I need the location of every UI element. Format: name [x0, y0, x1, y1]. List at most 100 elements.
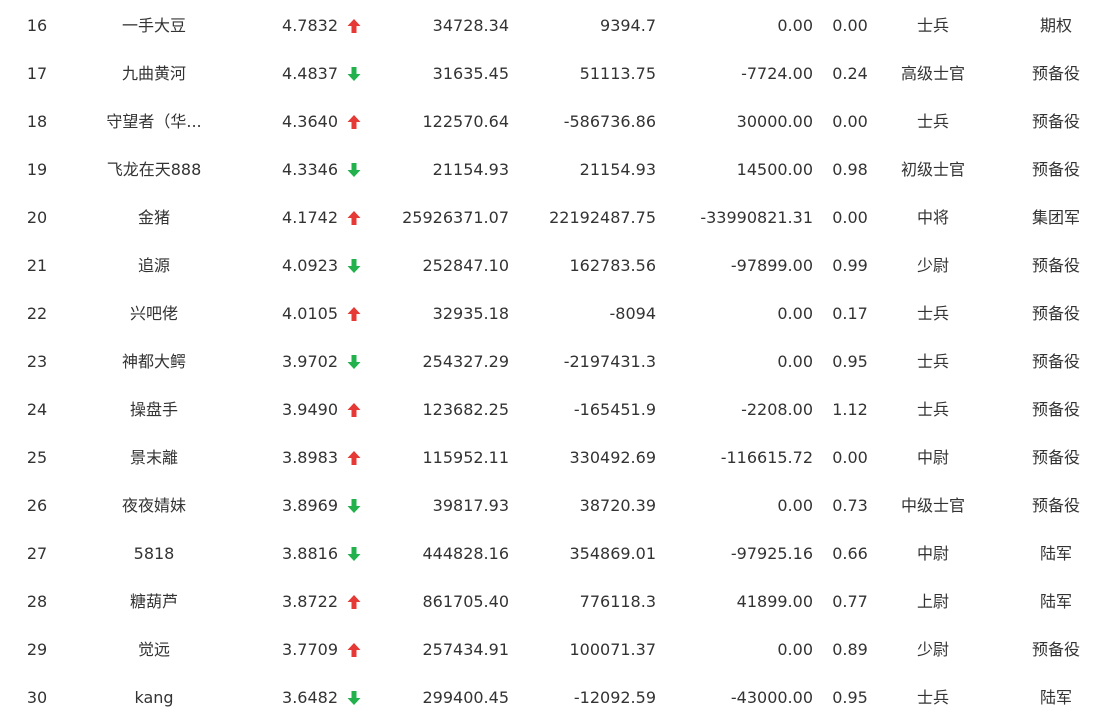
value-3-cell: -2208.00 — [741, 400, 813, 419]
value-2-cell: 330492.69 — [569, 448, 656, 467]
value-1-cell: 39817.93 — [432, 496, 509, 515]
arrow-down-icon — [346, 338, 362, 386]
value-2-cell: -165451.9 — [573, 400, 656, 419]
rank-cell: 23 — [26, 352, 48, 371]
value-1-cell: 123682.25 — [422, 400, 509, 419]
name-cell[interactable]: 守望者（华... — [94, 98, 214, 146]
group-cell: 预备役 — [1031, 160, 1080, 179]
table-row[interactable]: 25 景末離 3.8983 115952.11 330492.69 -116615.72 0… — [0, 434, 1094, 482]
value-2-cell: 22192487.75 — [549, 208, 656, 227]
table-row[interactable]: 29 觉远 3.7709 257434.91 100071.37 0.00 0.89 少尉 预备… — [0, 626, 1094, 674]
group-cell: 陆军 — [1039, 592, 1072, 611]
table-row[interactable]: 21 追源 4.0923 252847.10 162783.56 -97899.00 0.9… — [0, 242, 1094, 290]
level-cell: 中尉 — [916, 448, 949, 467]
name-cell[interactable]: 飞龙在天888 — [94, 146, 214, 194]
name-cell[interactable]: 糖葫芦 — [94, 578, 214, 626]
group-cell: 预备役 — [1031, 448, 1080, 467]
score-cell: 3.8969 — [282, 496, 338, 515]
table-row[interactable]: 28 糖葫芦 3.8722 861705.40 776118.3 41899.00 0.77… — [0, 578, 1094, 626]
ratio-cell: 0.66 — [832, 544, 868, 563]
rank-cell: 29 — [26, 640, 48, 659]
name-cell[interactable]: 觉远 — [94, 626, 214, 674]
table-row[interactable]: 26 夜夜婧妹 3.8969 39817.93 38720.39 0.00 0.73 中级士官… — [0, 482, 1094, 530]
value-3-cell: -97899.00 — [730, 256, 813, 275]
group-cell: 预备役 — [1031, 496, 1080, 515]
score-cell: 4.1742 — [282, 208, 338, 227]
rank-cell: 25 — [26, 448, 48, 467]
name-cell[interactable]: 景末離 — [94, 434, 214, 482]
name-cell[interactable]: 追源 — [94, 242, 214, 290]
score-cell: 4.7832 — [282, 16, 338, 35]
group-cell: 预备役 — [1031, 304, 1080, 323]
score-cell: 3.8722 — [282, 592, 338, 611]
table-row[interactable]: 19 飞龙在天888 4.3346 21154.93 21154.93 14500.00 0… — [0, 146, 1094, 194]
name-cell[interactable]: 一手大豆 — [94, 2, 214, 50]
value-1-cell: 31635.45 — [432, 64, 509, 83]
value-2-cell: -8094 — [609, 304, 657, 323]
table-row[interactable]: 16 一手大豆 4.7832 34728.34 9394.7 0.00 0.00 士兵 期权 — [0, 2, 1094, 50]
value-1-cell: 122570.64 — [422, 112, 509, 131]
group-cell: 预备役 — [1031, 352, 1080, 371]
name-cell[interactable]: 神都大鳄 — [94, 338, 214, 386]
value-1-cell: 25926371.07 — [402, 208, 509, 227]
level-cell: 士兵 — [916, 400, 949, 419]
name-cell[interactable]: 夜夜婧妹 — [94, 482, 214, 530]
table-row[interactable]: 22 兴吧佬 4.0105 32935.18 -8094 0.00 0.17 士兵 预备役 — [0, 290, 1094, 338]
ratio-cell: 0.98 — [832, 160, 868, 179]
name-cell[interactable]: 操盘手 — [94, 386, 214, 434]
arrow-up-icon — [346, 98, 362, 146]
level-cell: 中级士官 — [900, 496, 965, 515]
ratio-cell: 0.00 — [832, 208, 868, 227]
value-2-cell: 100071.37 — [569, 640, 656, 659]
rank-cell: 28 — [26, 592, 48, 611]
name-cell[interactable]: 兴吧佬 — [94, 290, 214, 338]
group-cell: 预备役 — [1031, 640, 1080, 659]
rank-cell: 26 — [26, 496, 48, 515]
value-2-cell: 38720.39 — [579, 496, 656, 515]
table-row[interactable]: 23 神都大鳄 3.9702 254327.29 -2197431.3 0.00 0.95 士… — [0, 338, 1094, 386]
level-cell: 士兵 — [916, 304, 949, 323]
ratio-cell: 0.00 — [832, 448, 868, 467]
value-3-cell: 0.00 — [777, 352, 813, 371]
value-1-cell: 861705.40 — [422, 592, 509, 611]
name-cell[interactable]: 金猪 — [94, 194, 214, 242]
rank-cell: 16 — [26, 16, 48, 35]
table-row[interactable]: 20 金猪 4.1742 25926371.07 22192487.75 -3399082… — [0, 194, 1094, 242]
score-cell: 4.3640 — [282, 112, 338, 131]
level-cell: 士兵 — [916, 352, 949, 371]
table-row[interactable]: 18 守望者（华... 4.3640 122570.64 -586736.86 30000… — [0, 98, 1094, 146]
arrow-up-icon — [346, 626, 362, 674]
value-1-cell: 115952.11 — [422, 448, 509, 467]
value-3-cell: 14500.00 — [736, 160, 813, 179]
group-cell: 预备役 — [1031, 400, 1080, 419]
rank-cell: 18 — [26, 112, 48, 131]
value-3-cell: 0.00 — [777, 640, 813, 659]
arrow-down-icon — [346, 146, 362, 194]
group-cell: 预备役 — [1031, 64, 1080, 83]
name-cell[interactable]: 5818 — [94, 530, 214, 578]
table-row[interactable]: 17 九曲黄河 4.4837 31635.45 51113.75 -7724.00 0.24… — [0, 50, 1094, 98]
arrow-up-icon — [346, 2, 362, 50]
table-row[interactable]: 27 5818 3.8816 444828.16 354869.01 -97925.16 0… — [0, 530, 1094, 578]
arrow-up-icon — [346, 194, 362, 242]
ratio-cell: 0.24 — [832, 64, 868, 83]
score-cell: 4.0105 — [282, 304, 338, 323]
ratio-cell: 0.17 — [832, 304, 868, 323]
value-1-cell: 252847.10 — [422, 256, 509, 275]
ratio-cell: 0.77 — [832, 592, 868, 611]
ranking-table: 16 一手大豆 4.7832 34728.34 9394.7 0.00 0.00 士兵 期权 17… — [0, 0, 1094, 715]
value-3-cell: 30000.00 — [736, 112, 813, 131]
group-cell: 预备役 — [1031, 256, 1080, 275]
ratio-cell: 1.12 — [832, 400, 868, 419]
level-cell: 中尉 — [916, 544, 949, 563]
level-cell: 上尉 — [916, 592, 949, 611]
score-cell: 3.9702 — [282, 352, 338, 371]
value-1-cell: 444828.16 — [422, 544, 509, 563]
value-2-cell: 21154.93 — [579, 160, 656, 179]
name-cell[interactable]: 九曲黄河 — [94, 50, 214, 98]
value-2-cell: -2197431.3 — [563, 352, 656, 371]
table-row[interactable]: 24 操盘手 3.9490 123682.25 -165451.9 -2208.00 1.1… — [0, 386, 1094, 434]
score-cell: 4.3346 — [282, 160, 338, 179]
ratio-cell: 0.95 — [832, 352, 868, 371]
arrow-up-icon — [346, 578, 362, 626]
